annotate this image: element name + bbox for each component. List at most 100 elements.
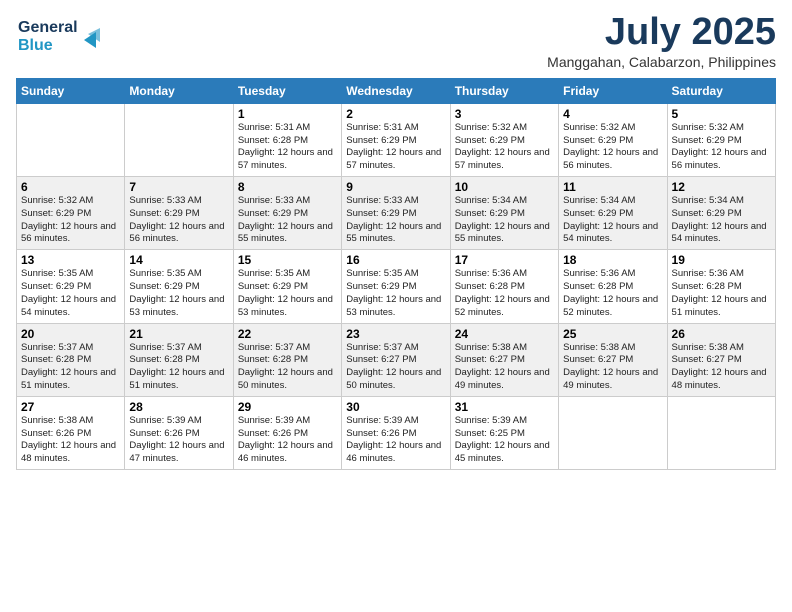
day-info: Sunrise: 5:38 AM Sunset: 6:26 PM Dayligh… — [21, 415, 120, 466]
cell-1-0: 6Sunrise: 5:32 AM Sunset: 6:29 PM Daylig… — [17, 177, 125, 250]
day-number: 26 — [672, 327, 771, 341]
day-info: Sunrise: 5:38 AM Sunset: 6:27 PM Dayligh… — [563, 342, 662, 393]
day-number: 29 — [238, 400, 337, 414]
day-number: 30 — [346, 400, 445, 414]
day-info: Sunrise: 5:33 AM Sunset: 6:29 PM Dayligh… — [238, 195, 337, 246]
day-number: 16 — [346, 253, 445, 267]
day-info: Sunrise: 5:38 AM Sunset: 6:27 PM Dayligh… — [455, 342, 554, 393]
cell-0-4: 3Sunrise: 5:32 AM Sunset: 6:29 PM Daylig… — [450, 103, 558, 176]
week-row-1: 1Sunrise: 5:31 AM Sunset: 6:28 PM Daylig… — [17, 103, 776, 176]
day-number: 11 — [563, 180, 662, 194]
day-number: 31 — [455, 400, 554, 414]
day-info: Sunrise: 5:35 AM Sunset: 6:29 PM Dayligh… — [238, 268, 337, 319]
cell-4-4: 31Sunrise: 5:39 AM Sunset: 6:25 PM Dayli… — [450, 396, 558, 469]
day-info: Sunrise: 5:32 AM Sunset: 6:29 PM Dayligh… — [455, 122, 554, 173]
day-info: Sunrise: 5:39 AM Sunset: 6:26 PM Dayligh… — [238, 415, 337, 466]
day-info: Sunrise: 5:34 AM Sunset: 6:29 PM Dayligh… — [672, 195, 771, 246]
cell-1-3: 9Sunrise: 5:33 AM Sunset: 6:29 PM Daylig… — [342, 177, 450, 250]
col-monday: Monday — [125, 78, 233, 103]
day-number: 20 — [21, 327, 120, 341]
cell-0-0 — [17, 103, 125, 176]
day-number: 6 — [21, 180, 120, 194]
day-number: 4 — [563, 107, 662, 121]
day-number: 15 — [238, 253, 337, 267]
week-row-4: 20Sunrise: 5:37 AM Sunset: 6:28 PM Dayli… — [17, 323, 776, 396]
calendar-header-row: Sunday Monday Tuesday Wednesday Thursday… — [17, 78, 776, 103]
day-number: 25 — [563, 327, 662, 341]
page: General Blue July 2025 Manggahan, Calaba… — [0, 0, 792, 612]
cell-4-1: 28Sunrise: 5:39 AM Sunset: 6:26 PM Dayli… — [125, 396, 233, 469]
day-info: Sunrise: 5:32 AM Sunset: 6:29 PM Dayligh… — [672, 122, 771, 173]
svg-text:Blue: Blue — [18, 37, 53, 54]
cell-1-1: 7Sunrise: 5:33 AM Sunset: 6:29 PM Daylig… — [125, 177, 233, 250]
main-title: July 2025 — [547, 12, 776, 54]
cell-3-3: 23Sunrise: 5:37 AM Sunset: 6:27 PM Dayli… — [342, 323, 450, 396]
day-info: Sunrise: 5:34 AM Sunset: 6:29 PM Dayligh… — [563, 195, 662, 246]
day-info: Sunrise: 5:36 AM Sunset: 6:28 PM Dayligh… — [672, 268, 771, 319]
day-info: Sunrise: 5:37 AM Sunset: 6:28 PM Dayligh… — [238, 342, 337, 393]
week-row-3: 13Sunrise: 5:35 AM Sunset: 6:29 PM Dayli… — [17, 250, 776, 323]
day-info: Sunrise: 5:32 AM Sunset: 6:29 PM Dayligh… — [21, 195, 120, 246]
col-friday: Friday — [559, 78, 667, 103]
day-number: 12 — [672, 180, 771, 194]
cell-3-4: 24Sunrise: 5:38 AM Sunset: 6:27 PM Dayli… — [450, 323, 558, 396]
day-info: Sunrise: 5:39 AM Sunset: 6:25 PM Dayligh… — [455, 415, 554, 466]
day-number: 5 — [672, 107, 771, 121]
svg-text:General: General — [18, 19, 78, 36]
col-sunday: Sunday — [17, 78, 125, 103]
day-info: Sunrise: 5:36 AM Sunset: 6:28 PM Dayligh… — [563, 268, 662, 319]
cell-3-5: 25Sunrise: 5:38 AM Sunset: 6:27 PM Dayli… — [559, 323, 667, 396]
cell-4-5 — [559, 396, 667, 469]
day-number: 19 — [672, 253, 771, 267]
col-wednesday: Wednesday — [342, 78, 450, 103]
cell-2-3: 16Sunrise: 5:35 AM Sunset: 6:29 PM Dayli… — [342, 250, 450, 323]
day-info: Sunrise: 5:33 AM Sunset: 6:29 PM Dayligh… — [346, 195, 445, 246]
subtitle: Manggahan, Calabarzon, Philippines — [547, 54, 776, 70]
day-info: Sunrise: 5:35 AM Sunset: 6:29 PM Dayligh… — [346, 268, 445, 319]
col-saturday: Saturday — [667, 78, 775, 103]
day-number: 17 — [455, 253, 554, 267]
cell-2-5: 18Sunrise: 5:36 AM Sunset: 6:28 PM Dayli… — [559, 250, 667, 323]
day-info: Sunrise: 5:37 AM Sunset: 6:28 PM Dayligh… — [129, 342, 228, 393]
logo: General Blue — [16, 12, 106, 56]
week-row-5: 27Sunrise: 5:38 AM Sunset: 6:26 PM Dayli… — [17, 396, 776, 469]
day-number: 14 — [129, 253, 228, 267]
day-number: 10 — [455, 180, 554, 194]
cell-2-0: 13Sunrise: 5:35 AM Sunset: 6:29 PM Dayli… — [17, 250, 125, 323]
col-tuesday: Tuesday — [233, 78, 341, 103]
day-number: 27 — [21, 400, 120, 414]
day-number: 21 — [129, 327, 228, 341]
day-info: Sunrise: 5:37 AM Sunset: 6:27 PM Dayligh… — [346, 342, 445, 393]
calendar-table: Sunday Monday Tuesday Wednesday Thursday… — [16, 78, 776, 470]
day-number: 23 — [346, 327, 445, 341]
day-info: Sunrise: 5:38 AM Sunset: 6:27 PM Dayligh… — [672, 342, 771, 393]
day-info: Sunrise: 5:34 AM Sunset: 6:29 PM Dayligh… — [455, 195, 554, 246]
day-info: Sunrise: 5:35 AM Sunset: 6:29 PM Dayligh… — [21, 268, 120, 319]
day-number: 13 — [21, 253, 120, 267]
day-info: Sunrise: 5:32 AM Sunset: 6:29 PM Dayligh… — [563, 122, 662, 173]
cell-3-1: 21Sunrise: 5:37 AM Sunset: 6:28 PM Dayli… — [125, 323, 233, 396]
title-block: July 2025 Manggahan, Calabarzon, Philipp… — [547, 12, 776, 70]
cell-0-2: 1Sunrise: 5:31 AM Sunset: 6:28 PM Daylig… — [233, 103, 341, 176]
cell-3-6: 26Sunrise: 5:38 AM Sunset: 6:27 PM Dayli… — [667, 323, 775, 396]
day-info: Sunrise: 5:37 AM Sunset: 6:28 PM Dayligh… — [21, 342, 120, 393]
cell-1-4: 10Sunrise: 5:34 AM Sunset: 6:29 PM Dayli… — [450, 177, 558, 250]
cell-2-1: 14Sunrise: 5:35 AM Sunset: 6:29 PM Dayli… — [125, 250, 233, 323]
cell-1-5: 11Sunrise: 5:34 AM Sunset: 6:29 PM Dayli… — [559, 177, 667, 250]
day-number: 28 — [129, 400, 228, 414]
day-number: 22 — [238, 327, 337, 341]
day-info: Sunrise: 5:36 AM Sunset: 6:28 PM Dayligh… — [455, 268, 554, 319]
day-number: 9 — [346, 180, 445, 194]
cell-0-6: 5Sunrise: 5:32 AM Sunset: 6:29 PM Daylig… — [667, 103, 775, 176]
day-number: 18 — [563, 253, 662, 267]
cell-4-2: 29Sunrise: 5:39 AM Sunset: 6:26 PM Dayli… — [233, 396, 341, 469]
week-row-2: 6Sunrise: 5:32 AM Sunset: 6:29 PM Daylig… — [17, 177, 776, 250]
day-number: 2 — [346, 107, 445, 121]
cell-4-0: 27Sunrise: 5:38 AM Sunset: 6:26 PM Dayli… — [17, 396, 125, 469]
day-info: Sunrise: 5:39 AM Sunset: 6:26 PM Dayligh… — [129, 415, 228, 466]
cell-2-2: 15Sunrise: 5:35 AM Sunset: 6:29 PM Dayli… — [233, 250, 341, 323]
header: General Blue July 2025 Manggahan, Calaba… — [16, 12, 776, 70]
cell-0-3: 2Sunrise: 5:31 AM Sunset: 6:29 PM Daylig… — [342, 103, 450, 176]
cell-2-4: 17Sunrise: 5:36 AM Sunset: 6:28 PM Dayli… — [450, 250, 558, 323]
cell-3-0: 20Sunrise: 5:37 AM Sunset: 6:28 PM Dayli… — [17, 323, 125, 396]
